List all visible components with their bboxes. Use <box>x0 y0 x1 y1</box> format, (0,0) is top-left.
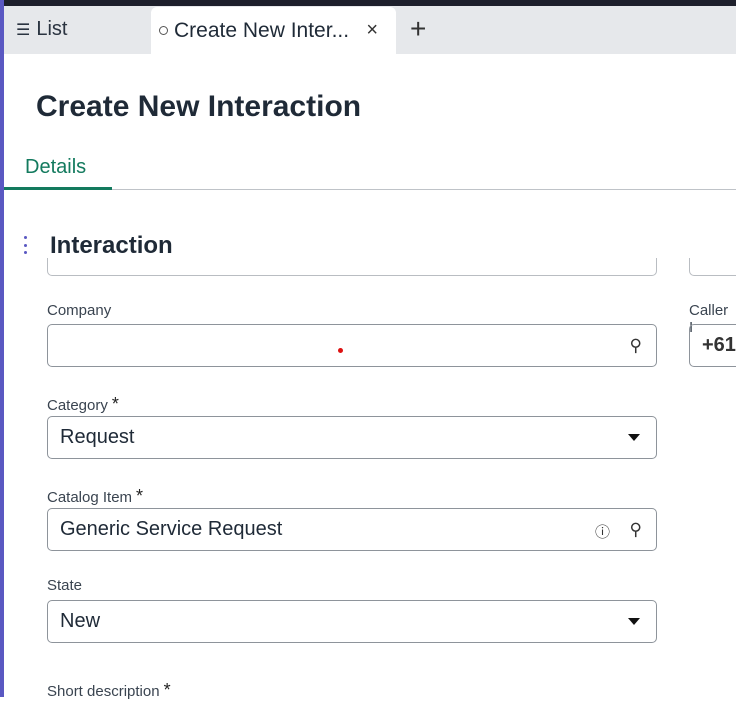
active-tab-indicator <box>4 187 112 190</box>
category-select[interactable]: Request <box>47 416 657 459</box>
status-circle-icon <box>159 26 168 35</box>
state-label: State <box>47 577 83 594</box>
search-icon[interactable]: ⚲ <box>630 520 642 540</box>
page-title: Create New Interaction <box>36 90 362 123</box>
search-icon[interactable]: ⚲ <box>630 336 642 356</box>
add-tab-button[interactable]: + <box>410 13 426 45</box>
close-tab-button[interactable]: × <box>366 19 378 42</box>
section-title: Interaction <box>50 232 173 259</box>
caller-input[interactable]: +61 <box>689 324 736 367</box>
chevron-down-icon <box>628 618 640 625</box>
field-above[interactable] <box>47 258 657 276</box>
tab-details[interactable]: Details <box>25 156 86 179</box>
cursor-dot <box>338 348 343 353</box>
tab-bar: ☰ List Create New Inter... × + <box>4 6 736 54</box>
category-label: Category * <box>47 394 119 414</box>
chevron-down-icon <box>628 434 640 441</box>
company-input[interactable]: ⚲ <box>47 324 657 367</box>
short-description-label: Short description * <box>47 680 171 700</box>
section-menu-icon[interactable] <box>24 236 28 254</box>
tab-create-new-interaction[interactable]: Create New Inter... × <box>151 7 396 54</box>
company-label: Company <box>47 302 112 319</box>
list-icon: ☰ <box>16 21 31 39</box>
tab-list[interactable]: ☰ List <box>16 18 67 41</box>
tab-divider <box>4 189 736 190</box>
left-accent-bar <box>0 0 4 697</box>
info-icon[interactable]: ⓘ <box>595 521 610 542</box>
state-select[interactable]: New <box>47 600 657 643</box>
catalog-item-label: Catalog Item * <box>47 486 144 506</box>
field-above-right[interactable] <box>689 258 736 276</box>
catalog-item-input[interactable]: Generic Service Request ⓘ ⚲ <box>47 508 657 551</box>
